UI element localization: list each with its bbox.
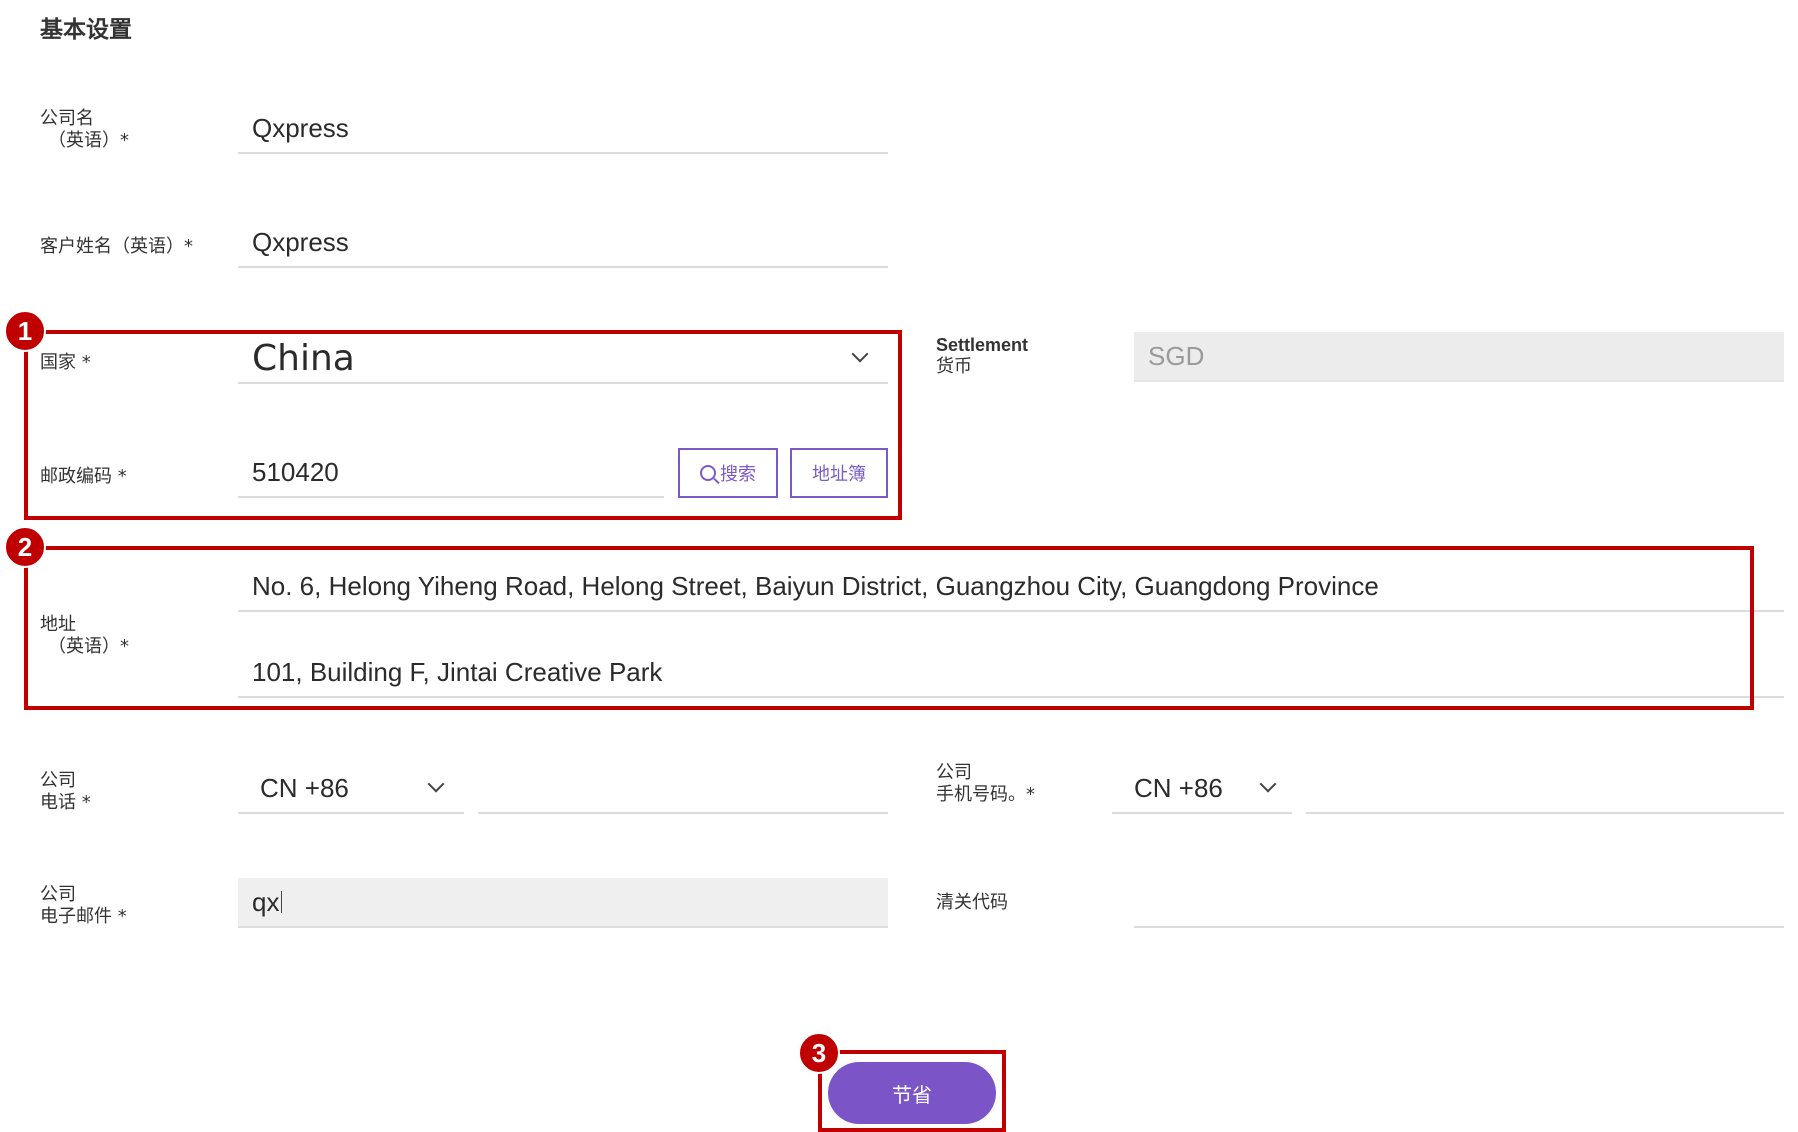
company-mobile-label: 公司 手机号码。* bbox=[936, 762, 1035, 805]
company-email-input[interactable]: qx bbox=[238, 878, 888, 928]
text-cursor bbox=[281, 891, 283, 913]
customs-code-input[interactable] bbox=[1134, 878, 1784, 928]
company-mobile-input[interactable] bbox=[1306, 764, 1784, 814]
annotation-box-2 bbox=[24, 546, 1754, 710]
annotation-badge-3: 3 bbox=[798, 1032, 840, 1074]
settlement-currency-field: SGD bbox=[1134, 332, 1784, 382]
settlement-currency-label: Settlement 货币 bbox=[936, 335, 1029, 377]
annotation-box-3 bbox=[818, 1050, 1006, 1132]
company-mobile-country-code-select[interactable]: CN +86 bbox=[1112, 764, 1292, 814]
customer-name-input[interactable]: Qxpress bbox=[238, 218, 888, 268]
company-name-label: 公司名 （英语）* bbox=[40, 108, 129, 151]
company-name-input[interactable]: Qxpress bbox=[238, 104, 888, 154]
customer-name-label: 客户姓名（英语）* bbox=[40, 236, 193, 257]
annotation-box-1 bbox=[24, 330, 902, 520]
company-phone-label: 公司 电话 * bbox=[40, 770, 91, 813]
customs-code-label: 清关代码 bbox=[936, 892, 1008, 913]
chevron-down-icon bbox=[1259, 775, 1277, 793]
annotation-badge-2: 2 bbox=[4, 526, 46, 568]
annotation-badge-1: 1 bbox=[4, 310, 46, 352]
chevron-down-icon bbox=[427, 775, 445, 793]
company-phone-country-code-select[interactable]: CN +86 bbox=[238, 764, 464, 814]
company-email-label: 公司 电子邮件 * bbox=[40, 884, 127, 927]
section-title: 基本设置 bbox=[40, 17, 132, 43]
company-phone-input[interactable] bbox=[478, 764, 888, 814]
